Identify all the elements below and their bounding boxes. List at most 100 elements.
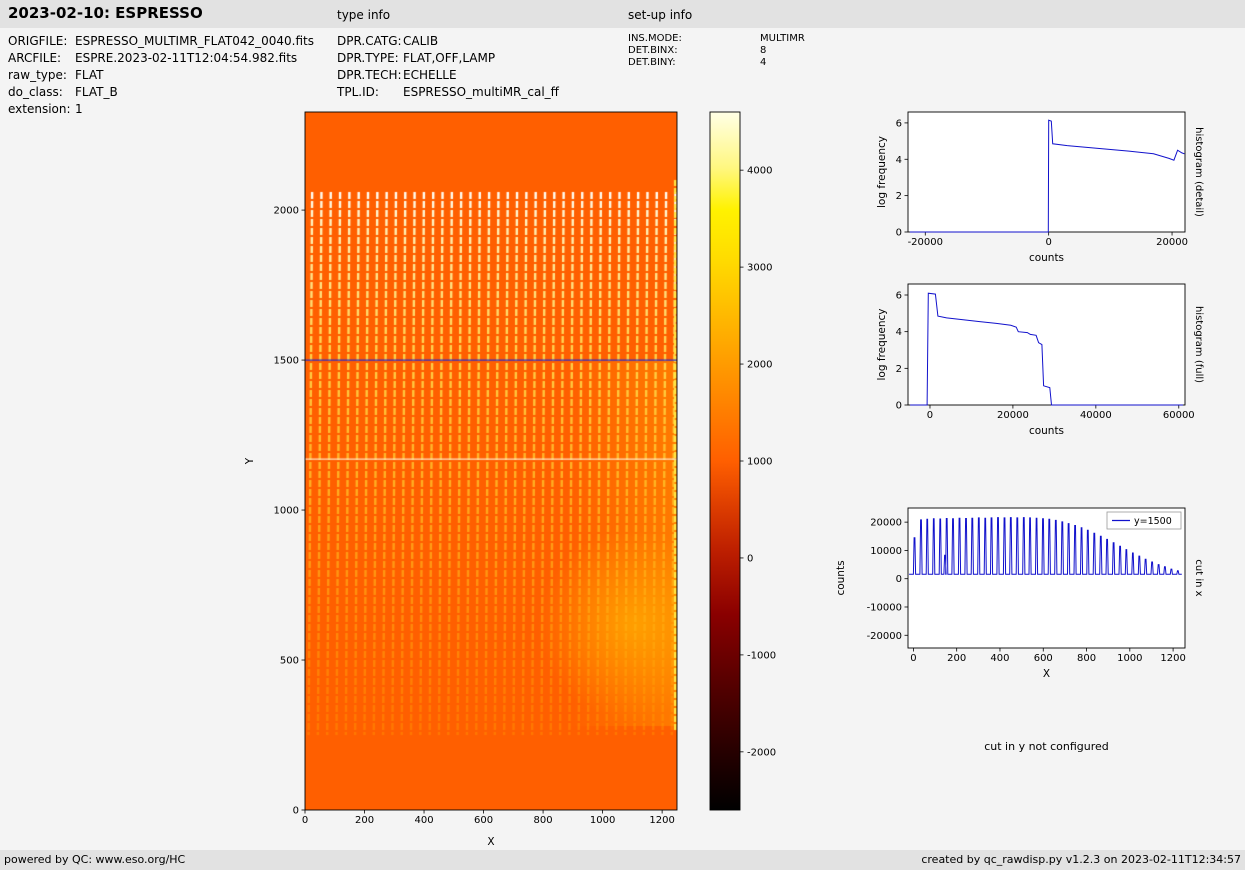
footer-created-by: created by qc_rawdisp.py v1.2.3 on 2023-… bbox=[921, 853, 1241, 866]
svg-text:1000: 1000 bbox=[274, 506, 299, 517]
svg-text:1000: 1000 bbox=[590, 815, 615, 826]
svg-text:0: 0 bbox=[747, 553, 753, 564]
svg-text:log frequency: log frequency bbox=[876, 136, 888, 208]
meta-key: do_class: bbox=[8, 85, 63, 99]
svg-text:600: 600 bbox=[1034, 653, 1053, 664]
svg-text:1200: 1200 bbox=[1160, 653, 1185, 664]
svg-text:4000: 4000 bbox=[747, 166, 772, 177]
svg-text:20000: 20000 bbox=[1156, 237, 1188, 248]
svg-text:-20000: -20000 bbox=[908, 237, 943, 248]
svg-text:500: 500 bbox=[280, 656, 299, 667]
svg-text:-1000: -1000 bbox=[747, 650, 776, 661]
main-image-axes: 0 200 400 600 800 1000 1200 0 500 1000 1500 2000 X Y bbox=[244, 111, 678, 848]
svg-text:0: 0 bbox=[293, 806, 299, 817]
meta-row-raw-type: raw_type: FLAT bbox=[8, 67, 314, 84]
meta-value: ESPRESSO_MULTIMR_FLAT042_0040.fits bbox=[75, 34, 315, 48]
svg-text:0: 0 bbox=[1045, 237, 1051, 248]
svg-text:counts: counts bbox=[835, 560, 847, 595]
setup-info-block: INS.MODE: MULTIMR DET.BINX: 8 DET.BINY: 4 bbox=[628, 33, 805, 69]
svg-text:4: 4 bbox=[896, 327, 902, 338]
svg-text:800: 800 bbox=[534, 815, 553, 826]
svg-text:1200: 1200 bbox=[649, 815, 674, 826]
svg-text:1000: 1000 bbox=[747, 457, 772, 468]
svg-text:histogram (full): histogram (full) bbox=[1193, 306, 1204, 383]
svg-text:log frequency: log frequency bbox=[876, 308, 888, 380]
meta-value: ESPRE.2023-02-11T12:04:54.982.fits bbox=[75, 51, 298, 65]
meta-value: ESPRESSO_multiMR_cal_ff bbox=[403, 85, 559, 99]
svg-text:2: 2 bbox=[896, 364, 902, 375]
meta-value: MULTIMR bbox=[760, 33, 805, 44]
meta-value: FLAT_B bbox=[75, 85, 118, 99]
meta-key: DET.BINY: bbox=[628, 57, 676, 68]
svg-text:0: 0 bbox=[302, 815, 308, 826]
svg-text:histogram (detail): histogram (detail) bbox=[1193, 127, 1204, 217]
svg-text:6: 6 bbox=[896, 118, 902, 129]
meta-key: extension: bbox=[8, 102, 71, 116]
svg-text:cut in x: cut in x bbox=[1193, 559, 1204, 596]
meta-value: 4 bbox=[760, 57, 767, 68]
svg-text:6: 6 bbox=[896, 291, 902, 302]
svg-text:2000: 2000 bbox=[747, 360, 772, 371]
svg-text:60000: 60000 bbox=[1163, 410, 1195, 421]
svg-text:200: 200 bbox=[947, 653, 966, 664]
cut-in-x-chart: 0 200 400 600 800 1000 1200 -20000 -10000 0 10000 2… bbox=[835, 507, 1204, 680]
svg-text:0: 0 bbox=[896, 401, 902, 412]
svg-text:1000: 1000 bbox=[1117, 653, 1142, 664]
colorbar-axes: 4000 3000 2000 1000 0 -1000 -2000 bbox=[709, 111, 776, 811]
meta-value: CALIB bbox=[403, 34, 439, 48]
header-bar: 2023-02-10: ESPRESSO type info set-up in… bbox=[0, 0, 1245, 28]
svg-text:1500: 1500 bbox=[274, 356, 299, 367]
cut-in-y-message: cut in y not configured bbox=[984, 740, 1109, 753]
svg-text:40000: 40000 bbox=[1080, 410, 1112, 421]
meta-row-dpr-tech: DPR.TECH:ECHELLE bbox=[337, 67, 559, 84]
svg-text:counts: counts bbox=[1029, 252, 1064, 264]
svg-text:2000: 2000 bbox=[274, 206, 299, 217]
svg-text:2: 2 bbox=[896, 191, 902, 202]
meta-value: 8 bbox=[760, 45, 767, 56]
meta-key: DET.BINX: bbox=[628, 45, 678, 56]
meta-row-tpl-id: TPL.ID: ESPRESSO_multiMR_cal_ff bbox=[337, 84, 559, 101]
svg-text:X: X bbox=[1043, 668, 1050, 680]
type-info-block: DPR.CATG:CALIB DPR.TYPE: FLAT,OFF,LAMP DP… bbox=[337, 33, 559, 101]
svg-text:-20000: -20000 bbox=[867, 631, 902, 642]
meta-row-det-biny: DET.BINY: 4 bbox=[628, 57, 805, 69]
meta-row-dpr-catg: DPR.CATG:CALIB bbox=[337, 33, 559, 50]
meta-key: ORIGFILE: bbox=[8, 34, 68, 48]
svg-text:20000: 20000 bbox=[997, 410, 1029, 421]
footer-credit: powered by QC: www.eso.org/HC bbox=[4, 853, 186, 866]
svg-text:0: 0 bbox=[896, 574, 902, 585]
meta-key: ARCFILE: bbox=[8, 51, 62, 65]
svg-text:3000: 3000 bbox=[747, 263, 772, 274]
setup-info-heading: set-up info bbox=[628, 8, 693, 22]
svg-text:counts: counts bbox=[1029, 425, 1064, 437]
meta-key: DPR.TECH: bbox=[337, 68, 402, 82]
svg-text:0: 0 bbox=[910, 653, 916, 664]
qc-report-page: 2023-02-10: ESPRESSO type info set-up in… bbox=[0, 0, 1245, 870]
histogram-full-chart: 0 20000 40000 60000 0 2 4 6 counts log frequency h… bbox=[876, 283, 1204, 437]
svg-text:4: 4 bbox=[896, 155, 902, 166]
meta-row-det-binx: DET.BINX: 8 bbox=[628, 45, 805, 57]
svg-text:200: 200 bbox=[355, 815, 374, 826]
meta-value: ECHELLE bbox=[403, 68, 457, 82]
type-info-heading: type info bbox=[337, 8, 391, 22]
meta-row-arcfile: ARCFILE: ESPRE.2023-02-11T12:04:54.982.fi… bbox=[8, 50, 314, 67]
meta-key: INS.MODE: bbox=[628, 33, 682, 44]
svg-text:-10000: -10000 bbox=[867, 602, 902, 613]
svg-text:600: 600 bbox=[474, 815, 493, 826]
svg-text:20000: 20000 bbox=[870, 518, 902, 529]
svg-text:400: 400 bbox=[990, 653, 1009, 664]
svg-text:0: 0 bbox=[927, 410, 933, 421]
histogram-detail-chart: -20000 0 20000 0 2 4 6 counts log frequency histo… bbox=[876, 111, 1204, 264]
meta-key: raw_type: bbox=[8, 68, 67, 82]
meta-value: FLAT,OFF,LAMP bbox=[403, 51, 496, 65]
svg-text:X: X bbox=[487, 836, 494, 848]
meta-value: 1 bbox=[75, 102, 83, 116]
meta-value: FLAT bbox=[75, 68, 104, 82]
meta-key: DPR.CATG: bbox=[337, 34, 402, 48]
svg-text:800: 800 bbox=[1077, 653, 1096, 664]
meta-key: TPL.ID: bbox=[337, 85, 379, 99]
svg-text:y=1500: y=1500 bbox=[1134, 516, 1172, 527]
svg-text:Y: Y bbox=[244, 457, 256, 465]
meta-row-ins-mode: INS.MODE: MULTIMR bbox=[628, 33, 805, 45]
svg-text:400: 400 bbox=[414, 815, 433, 826]
